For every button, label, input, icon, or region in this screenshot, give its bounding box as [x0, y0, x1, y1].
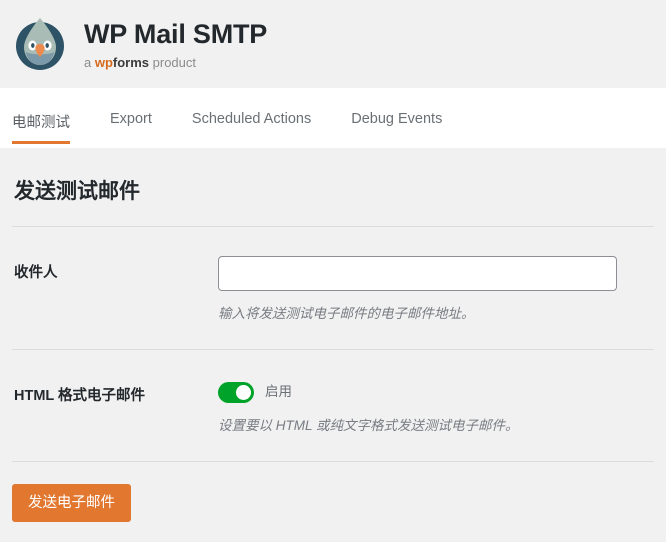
brand-block: WP Mail SMTP a wpforms product	[84, 19, 267, 70]
tab-navigation: 电邮测试 Export Scheduled Actions Debug Even…	[0, 88, 666, 148]
submit-row: 发送电子邮件	[12, 462, 654, 522]
brand-subtitle: a wpforms product	[84, 54, 267, 70]
app-header: WP Mail SMTP a wpforms product	[0, 0, 666, 88]
brand-subtitle-prefix: a	[84, 54, 95, 70]
field-description-recipient: 输入将发送测试电子邮件的电子邮件地址。	[218, 306, 475, 321]
wp-mail-smtp-bird-logo-icon	[10, 14, 70, 74]
tab-email-test[interactable]: 电邮测试	[12, 88, 70, 148]
main-content: 发送测试邮件 收件人 输入将发送测试电子邮件的电子邮件地址。 HTML 格式电子…	[0, 148, 666, 522]
send-email-button[interactable]: 发送电子邮件	[12, 484, 131, 522]
tab-scheduled-actions[interactable]: Scheduled Actions	[192, 88, 311, 148]
brand-subtitle-wp: wp	[94, 54, 113, 70]
field-body-html-email: 启用 设置要以 HTML 或纯文字格式发送测试电子邮件。	[218, 379, 654, 435]
tab-debug-events[interactable]: Debug Events	[351, 88, 442, 148]
tab-export[interactable]: Export	[110, 88, 152, 148]
field-row-html-email: HTML 格式电子邮件 启用 设置要以 HTML 或纯文字格式发送测试电子邮件。	[12, 350, 654, 461]
toggle-knob-icon	[236, 384, 251, 400]
page-title-brand: WP Mail SMTP	[84, 18, 268, 49]
field-description-html-email: 设置要以 HTML 或纯文字格式发送测试电子邮件。	[218, 418, 519, 433]
field-label-html-email: HTML 格式电子邮件	[14, 388, 146, 404]
html-email-toggle-line: 启用	[218, 379, 654, 403]
field-row-recipient: 收件人 输入将发送测试电子邮件的电子邮件地址。	[12, 227, 654, 349]
field-label-recipient: 收件人	[14, 265, 58, 281]
recipient-email-input[interactable]	[218, 256, 617, 291]
brand-subtitle-forms: forms	[112, 54, 150, 70]
field-body-recipient: 输入将发送测试电子邮件的电子邮件地址。	[218, 256, 654, 323]
page-title: 发送测试邮件	[14, 180, 140, 203]
brand-subtitle-suffix: product	[149, 54, 197, 70]
html-email-toggle-label: 启用	[265, 384, 292, 399]
html-email-toggle[interactable]	[218, 381, 254, 403]
